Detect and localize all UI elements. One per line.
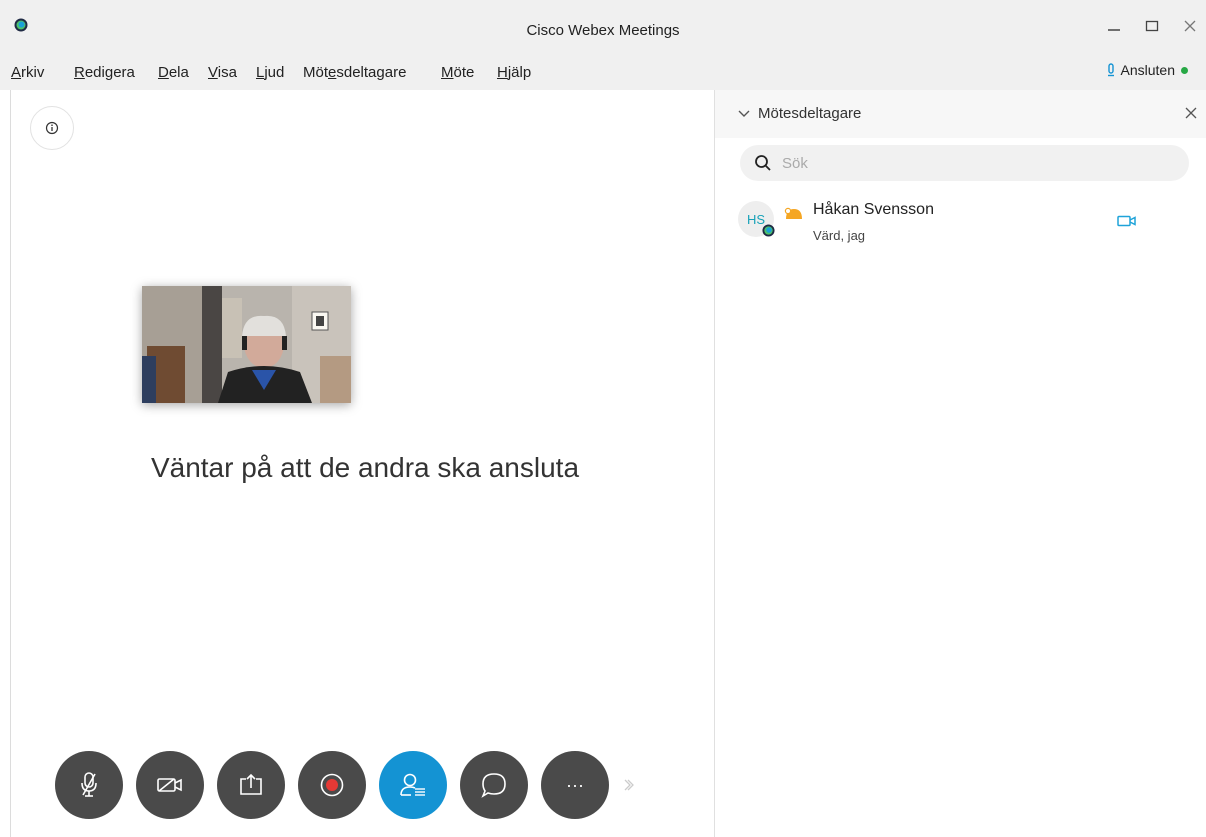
minimize-button[interactable] [1102,14,1126,38]
participants-panel-title: Mötesdeltagare [758,105,862,122]
menu-hjalp[interactable]: Hjälp [497,64,531,81]
maximize-icon [1145,20,1159,32]
self-view-video[interactable] [142,286,351,403]
waiting-message: Väntar på att de andra ska ansluta [150,452,580,483]
chat-button[interactable] [460,751,528,819]
chevron-right-icon [624,779,634,791]
participants-panel-toggle[interactable]: Mötesdeltagare [738,105,861,122]
menu-redigera[interactable]: Redigera [74,64,135,81]
close-panel-button[interactable] [1182,104,1200,122]
maximize-button[interactable] [1140,14,1164,38]
close-icon [1184,20,1196,32]
close-window-button[interactable] [1178,14,1202,38]
connection-status[interactable]: Ansluten [1107,62,1188,78]
menu-mote[interactable]: Möte [441,64,474,81]
participant-search[interactable] [740,145,1189,181]
share-button[interactable] [217,751,285,819]
minimize-icon [1108,29,1120,31]
self-view-image [142,286,351,403]
participant-name: Håkan Svensson [813,201,934,218]
video-off-icon [157,778,182,792]
search-icon [755,155,771,171]
close-icon [1185,107,1197,119]
info-icon [45,121,59,135]
menu-ljud[interactable]: Ljud [256,64,284,81]
share-icon [240,773,262,795]
record-button[interactable] [298,751,366,819]
webex-badge-icon [762,224,775,237]
participants-button[interactable] [379,751,447,819]
host-icon [784,207,802,219]
connection-status-label: Ansluten [1120,62,1175,78]
microphone-muted-icon [81,772,97,797]
chat-icon [481,773,506,798]
meeting-controls: ··· [55,751,622,819]
menu-motesdeltagare[interactable]: Mötesdeltagare [303,64,406,81]
scroll-controls-chevron[interactable] [622,775,638,795]
more-options-button[interactable]: ··· [541,751,609,819]
mute-button[interactable] [55,751,123,819]
record-icon [320,773,344,797]
participant-role: Värd, jag [813,228,866,243]
menu-dela[interactable]: Dela [158,64,189,81]
window-title: Cisco Webex Meetings [526,22,680,39]
more-icon: ··· [566,774,584,795]
participants-icon [400,773,425,796]
video-camera-icon [1117,215,1136,227]
status-dot [1181,66,1188,74]
menu-arkiv[interactable]: Arkiv [11,64,44,81]
menu-visa[interactable]: Visa [208,64,237,81]
meeting-info-button[interactable] [30,106,74,150]
search-input[interactable] [780,153,1144,173]
video-button[interactable] [136,751,204,819]
chevron-down-icon [738,110,750,117]
headset-icon [1107,63,1114,77]
